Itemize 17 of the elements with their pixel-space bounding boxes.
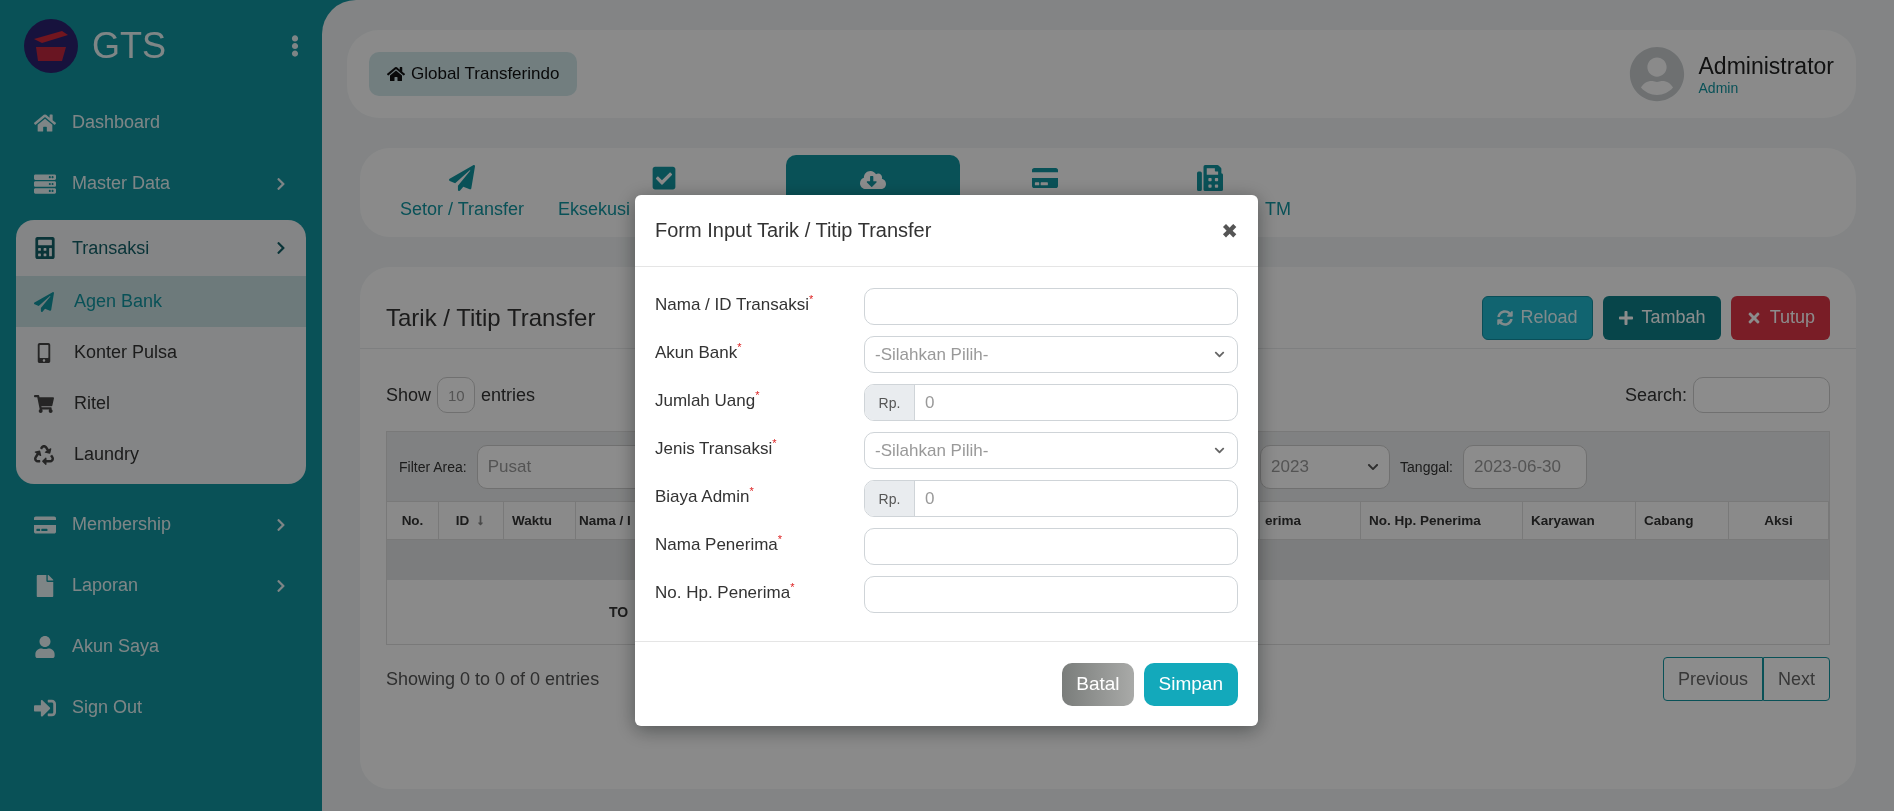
table-info: Showing 0 to 0 of 0 entries <box>386 668 600 690</box>
total-label: TO <box>609 604 629 620</box>
page-title: Tarik / Titip Transfer <box>386 303 596 332</box>
field-label: Jumlah Uang$^{*}$ <box>655 388 761 411</box>
search-label: Search: <box>1624 384 1687 406</box>
field-label: No. Hp. Penerima$^{*}$ <box>655 580 796 603</box>
dialog-title: Form Input Tarik / Titip Transfer <box>655 219 933 242</box>
filter-label: Filter Area: <box>399 458 467 475</box>
field-label: Akun Bank$^{*}$ <box>655 340 743 363</box>
brand-name: GTS <box>92 25 167 67</box>
show-label: Show <box>386 384 432 406</box>
entries-label: entries <box>481 384 536 406</box>
field-label: Nama Penerima$^{*}$ <box>655 532 784 555</box>
field-label: Nama / ID Transaksi$^{*}$ <box>655 292 815 315</box>
date-label: Tanggal: <box>1400 458 1453 475</box>
user-name: Administrator <box>1698 52 1834 80</box>
user-role: Admin <box>1698 79 1740 96</box>
